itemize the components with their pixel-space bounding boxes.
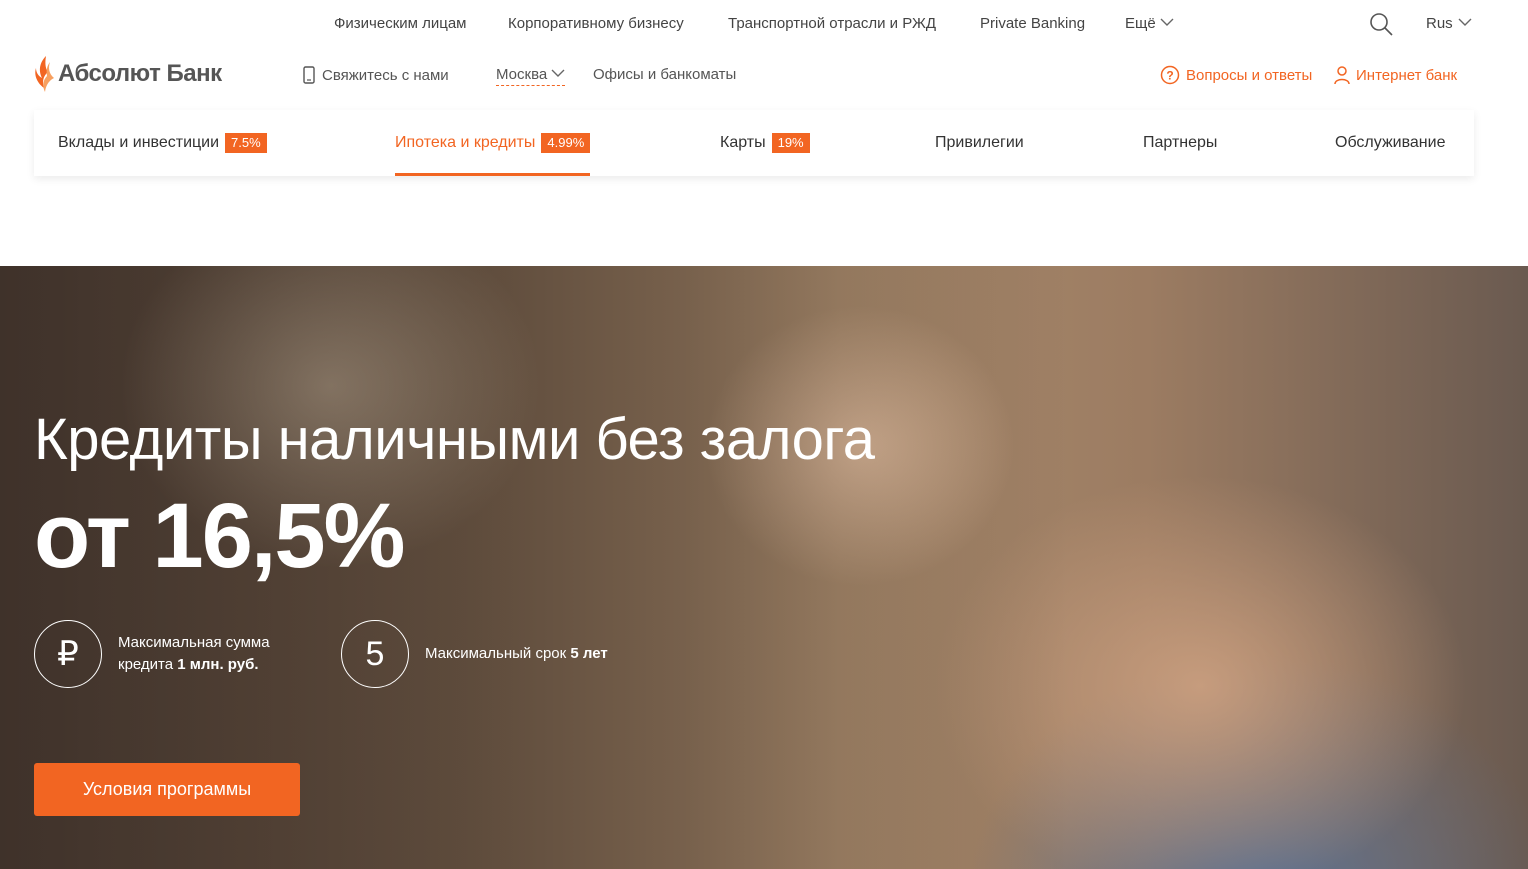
category-nav: Вклады и инвестиции 7.5% Ипотека и креди… (34, 110, 1474, 176)
tab-partners[interactable]: Партнеры (1143, 110, 1217, 176)
rate-badge: 7.5% (225, 133, 267, 153)
more-label: Ещё (1125, 15, 1156, 32)
feature-value: 5 лет (570, 645, 608, 662)
rate-badge: 4.99% (541, 133, 591, 153)
link-transport[interactable]: Транспортной отрасли и РЖД (728, 15, 936, 32)
chevron-down-icon (551, 69, 565, 77)
term-number-icon: 5 (341, 620, 409, 688)
tab-privileges[interactable]: Привилегии (935, 110, 1024, 176)
logo-text: Абсолют Банк (58, 60, 222, 87)
tab-mortgage-loans[interactable]: Ипотека и кредиты 4.99% (395, 110, 591, 176)
feature-text: Максимальный срок 5 лет (425, 643, 608, 665)
internet-bank-label: Интернет банк (1356, 66, 1458, 84)
tab-label: Обслуживание (1335, 134, 1446, 151)
faq-label: Вопросы и ответы (1186, 66, 1313, 84)
bank-logo[interactable]: Абсолют Банк (34, 54, 222, 94)
feature-max-amount: ₽ Максимальная сумма кредита 1 млн. руб. (34, 620, 270, 688)
feature-prefix: кредита (118, 656, 178, 673)
feature-prefix: Максимальный срок (425, 645, 571, 662)
faq-link[interactable]: ? Вопросы и ответы (1160, 65, 1312, 85)
svg-text:?: ? (1166, 69, 1173, 83)
hero-title: Кредиты наличными без залога (34, 407, 875, 472)
more-menu[interactable]: Ещё (1125, 15, 1174, 32)
city-selector[interactable]: Москва (496, 66, 566, 86)
hero-banner: Кредиты наличными без залога от 16,5% ₽ … (0, 266, 1528, 869)
tab-label: Ипотека и кредиты (395, 134, 536, 151)
tab-cards[interactable]: Карты 19% (720, 110, 810, 176)
tab-label: Привилегии (935, 134, 1024, 151)
offices-link[interactable]: Офисы и банкоматы (593, 66, 736, 83)
feature-max-term: 5 Максимальный срок 5 лет (341, 620, 608, 688)
internet-bank-link[interactable]: Интернет банк (1334, 65, 1457, 85)
question-icon: ? (1160, 65, 1180, 85)
program-conditions-button[interactable]: Условия программы (34, 763, 300, 816)
feature-value: 1 млн. руб. (177, 656, 259, 673)
contact-label: Свяжитесь с нами (322, 66, 449, 84)
tab-deposits[interactable]: Вклады и инвестиции 7.5% (58, 110, 267, 176)
tab-label: Вклады и инвестиции (58, 134, 220, 151)
top-bar: Физическим лицам Корпоративному бизнесу … (0, 0, 1528, 50)
feature-line: Максимальная сумма (118, 634, 270, 651)
city-label: Москва (496, 66, 548, 83)
phone-icon (303, 66, 315, 84)
user-icon (1334, 66, 1350, 85)
language-label: Rus (1426, 15, 1453, 32)
chevron-down-icon (1458, 18, 1472, 26)
tab-label: Карты (720, 134, 766, 151)
tab-label: Партнеры (1143, 134, 1218, 151)
ruble-icon: ₽ (34, 620, 102, 688)
chevron-down-icon (1160, 18, 1174, 26)
contact-link[interactable]: Свяжитесь с нами (302, 66, 449, 84)
link-individuals[interactable]: Физическим лицам (334, 15, 467, 32)
hero-rate: от 16,5% (34, 485, 405, 587)
search-icon[interactable] (1369, 12, 1393, 36)
page: Физическим лицам Корпоративному бизнесу … (0, 0, 1528, 869)
feature-line: кредита 1 млн. руб. (118, 654, 270, 676)
tab-service[interactable]: Обслуживание (1335, 110, 1445, 176)
logo-mark-icon (35, 56, 54, 92)
feature-text: Максимальная сумма кредита 1 млн. руб. (118, 632, 270, 676)
language-selector[interactable]: Rus (1426, 15, 1472, 32)
rate-badge: 19% (771, 133, 810, 153)
link-corporate[interactable]: Корпоративному бизнесу (508, 15, 684, 32)
link-private-banking[interactable]: Private Banking (980, 15, 1085, 32)
